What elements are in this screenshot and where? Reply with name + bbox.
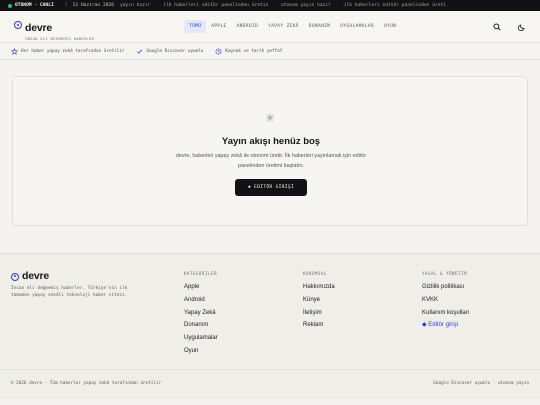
search-button[interactable] [490,20,504,34]
footer-link[interactable]: Kullanım koşulları [422,309,469,322]
nav-item-oyun[interactable]: OYUN [379,20,401,33]
editor-login-button[interactable]: ◆ EDİTÖR GİRİŞİ [235,179,307,196]
ticker-message: yayın hazır [120,3,151,8]
brand-name: devre [25,22,53,34]
nav-item-apple[interactable]: APPLE [206,20,231,33]
site-footer: devre İnsan eli değmemiş haberler. Türki… [0,253,540,399]
logo-circle-icon [14,21,22,29]
footer-link[interactable]: Reklam [303,321,335,334]
brand-tagline: İNSAN ELİ DEĞMEMİŞ HABERLER [25,37,95,41]
live-indicator: OTONOM · CANLI [0,3,60,8]
footer-link[interactable]: Gizlilik politikası [422,283,469,296]
footer-link[interactable]: Oyun [184,347,218,360]
footer-link[interactable]: Android [184,296,218,309]
ticker-message: ilk haberleri editör panelinden üretin [163,3,269,8]
nav-item-tumu[interactable]: TÜMÜ [184,20,207,33]
ticker-message: ilk haberleri editör panelinden üreti [343,3,447,8]
footer-column-legal: YASAL & YÖNETİM Gizlilik politikası KVKK… [422,271,469,334]
info-item: Google Discover uyumlu [136,48,203,55]
nav-item-yapay-zeka[interactable]: YAPAY ZEKÂ [263,20,304,33]
footer-link[interactable]: Hakkımızda [303,283,335,296]
info-item: Kaynak ve tarih şeffaf [215,48,282,55]
ticker-date: 13 Haziran 2026 [72,3,115,8]
site-header: devre İNSAN ELİ DEĞMEMİŞ HABERLER TÜMÜ A… [0,11,540,43]
footer-column-corporate: KURUMSAL Hakkımızda Künye İletişim Rekla… [303,271,335,334]
footer-brand[interactable]: devre [11,271,49,282]
check-icon [136,48,143,55]
info-item: Her haber yapay zekâ tarafından üretilir [11,47,125,55]
nav-item-donanim[interactable]: DONANIM [304,20,335,33]
info-text: Her haber yapay zekâ tarafından üretilir [21,48,125,54]
theme-toggle-button[interactable] [515,20,529,34]
info-text: Kaynak ve tarih şeffaf [225,48,283,54]
asterisk-icon: ✳ [264,111,276,125]
column-heading: KURUMSAL [303,271,328,276]
empty-title: Yayın akışı henüz boş [221,136,321,147]
brand-logo[interactable]: devre İNSAN ELİ DEĞMEMİŞ HABERLER [14,18,94,41]
column-heading: KATEGORİLER [184,271,218,276]
nav-item-uygulamalar[interactable]: UYGULAMALAR [335,20,379,33]
logo-circle-icon [11,272,19,281]
copyright-text: © 2026 devre · Tüm haberler yapay zekâ t… [11,381,162,386]
footer-link[interactable]: Apple [184,283,218,296]
footer-editor-login-link[interactable]: ◆ Editör girişi [422,321,469,334]
footer-badge-text: Google Discover uyumlu · otonom yayın [433,381,529,386]
nav-item-android[interactable]: ANDROID [232,20,263,33]
footer-link[interactable]: KVKK [422,296,469,309]
info-text: Google Discover uyumlu [146,48,204,54]
news-ticker: OTONOM · CANLI │ 13 Haziran 2026 yayın h… [0,0,540,11]
footer-bottom-bar: © 2026 devre · Tüm haberler yapay zekâ t… [0,369,540,400]
moon-icon [518,24,525,31]
ticker-message: otonom yayın hazır [281,3,331,8]
empty-feed-card: ✳ Yayın akışı henüz boş devre, haberleri… [12,76,528,226]
info-strip: Her haber yapay zekâ tarafından üretilir… [0,43,540,60]
footer-link[interactable]: Yapay Zekâ [184,309,218,322]
column-heading: YASAL & YÖNETİM [422,271,468,276]
star-icon [11,47,18,55]
footer-brand-name: devre [22,270,50,282]
empty-description: devre, haberleri yapay zekâ ile otonom ü… [175,153,367,169]
footer-link[interactable]: Künye [303,296,335,309]
clock-icon [215,48,222,55]
search-icon [493,23,501,31]
category-nav: TÜMÜ APPLE ANDROID YAPAY ZEKÂ DONANIM UY… [184,20,401,33]
footer-link[interactable]: Uygulamalar [184,334,218,347]
footer-column-categories: KATEGORİLER Apple Android Yapay Zekâ Don… [184,271,218,360]
live-label: OTONOM · CANLI [15,3,54,8]
live-dot-icon [8,3,12,8]
footer-description: İnsan eli değmemiş haberler. Türkiye'nin… [11,286,128,299]
footer-link[interactable]: İletişim [303,309,335,322]
footer-link[interactable]: Donanım [184,321,218,334]
